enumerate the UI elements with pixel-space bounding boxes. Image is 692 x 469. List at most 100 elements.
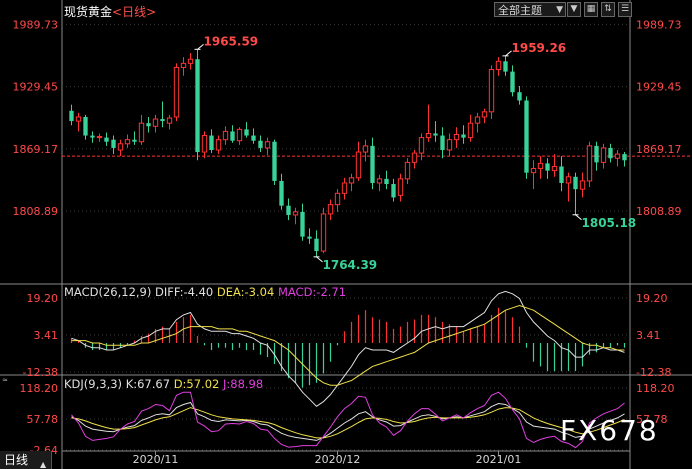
chevron-down-icon: ▼ — [570, 4, 578, 14]
candle — [565, 172, 572, 202]
candle-body — [124, 139, 131, 145]
candle-body — [146, 123, 151, 127]
macd-legend[interactable]: MACD(26,12,9) DIFF:-4.40 DEA:-3.04 MACD:… — [64, 285, 346, 299]
candle — [608, 143, 613, 163]
candle-body — [488, 69, 495, 113]
x-axis-label: 2020/12 — [315, 453, 361, 466]
candle-body — [418, 137, 425, 154]
kdj-k-value: K:67.67 — [125, 377, 171, 391]
period-tab-label: 日线 — [4, 453, 29, 467]
price-tick-right: 1989.73 — [636, 18, 682, 31]
candle-body — [411, 152, 418, 163]
candle-body — [537, 162, 544, 170]
candle — [160, 101, 165, 128]
menu-icon: ☰ — [620, 4, 630, 14]
candle-body — [236, 128, 243, 142]
candle — [488, 65, 495, 120]
candle-body — [425, 132, 432, 139]
theme-select-label: 全部主题 — [498, 4, 542, 17]
price-tick-left: 1808.89 — [13, 205, 59, 218]
watermark-logo: FX678 — [560, 414, 659, 447]
candle-body — [314, 238, 319, 252]
macd-dea-line — [71, 304, 625, 386]
period-label[interactable]: <日线> — [112, 5, 156, 19]
candle — [195, 49, 200, 161]
candle — [404, 158, 411, 185]
candle-body — [461, 134, 466, 138]
candle-body — [391, 184, 396, 198]
swap-button[interactable]: ⇅ — [601, 2, 615, 17]
chart-frame — [0, 0, 692, 469]
candle-body — [586, 145, 593, 182]
macd-hist-value: MACD:-2.71 — [277, 285, 347, 299]
kdj-legend[interactable]: KDJ(9,3,3) K:67.67 D:57.02 J:88.98 — [64, 377, 263, 391]
kdj-tick-left: 118.20 — [20, 382, 59, 395]
candle — [334, 189, 341, 212]
candle — [209, 129, 214, 154]
candle — [411, 149, 418, 169]
candle-body — [517, 92, 522, 101]
candle — [272, 139, 277, 186]
candlestick-series — [69, 49, 627, 258]
candle-body — [474, 116, 481, 124]
candle-body — [467, 122, 474, 139]
kdj-d-value: D:57.02 — [173, 377, 220, 391]
candle — [579, 172, 586, 198]
candle — [446, 133, 453, 157]
candle — [391, 178, 396, 202]
candle-body — [292, 211, 299, 216]
candle-body — [446, 139, 453, 151]
candle — [397, 173, 404, 202]
candle — [180, 57, 187, 76]
candle — [622, 152, 627, 167]
theme-select-button[interactable]: 全部主题 ▼ — [494, 2, 566, 17]
candle-body — [132, 139, 137, 142]
axis-labels: 1989.73 1989.73 1929.45 1929.45 1869.17 1869.… — [13, 18, 682, 466]
candle-body — [75, 116, 82, 122]
candle-body — [327, 204, 334, 215]
candle — [111, 135, 116, 155]
chevron-down-icon: ▼ — [556, 5, 563, 15]
candle — [236, 127, 243, 145]
candle — [314, 230, 319, 258]
chart-canvas[interactable]: 1965.59 1959.261764.391805.18 1989.73 1989… — [0, 0, 692, 469]
grid-button[interactable]: ▦ — [584, 2, 598, 17]
candle — [433, 121, 438, 142]
candle — [495, 57, 502, 76]
candle-body — [272, 141, 277, 181]
candle-body — [503, 61, 508, 72]
candle — [327, 199, 334, 221]
candle — [510, 65, 515, 97]
candle-body — [594, 145, 599, 163]
dropdown-button[interactable]: ▼ — [567, 2, 581, 17]
candle-body — [341, 182, 348, 194]
candle — [362, 139, 369, 162]
candle-body — [69, 110, 74, 122]
annotation-low-1: 1764.39 — [323, 258, 378, 272]
candle — [124, 134, 131, 148]
menu-button[interactable]: ☰ — [618, 2, 632, 17]
instrument-name: 现货黄金 — [64, 5, 113, 19]
candle-body — [622, 154, 627, 161]
candle-body — [433, 133, 438, 136]
price-tick-right: 1808.89 — [636, 205, 682, 218]
candle-body — [152, 118, 159, 127]
candle — [530, 160, 537, 190]
candle — [467, 114, 474, 142]
candle — [537, 156, 544, 179]
candle — [384, 170, 389, 190]
macd-tick-right: 19.20 — [636, 292, 668, 305]
kdj-tick-left: 57.78 — [27, 413, 59, 426]
candle — [503, 56, 508, 76]
candle — [222, 126, 229, 145]
candle — [138, 114, 145, 145]
candle-body — [384, 178, 389, 185]
candle-body — [307, 236, 312, 239]
macd-tick-right: 3.41 — [636, 329, 661, 342]
candle-body — [300, 211, 305, 237]
period-tab[interactable]: 日线 ▲ — [0, 451, 52, 469]
candle — [461, 125, 466, 144]
candle — [244, 122, 249, 138]
unit-note: ≈ — [2, 376, 8, 384]
candle-body — [104, 137, 109, 142]
